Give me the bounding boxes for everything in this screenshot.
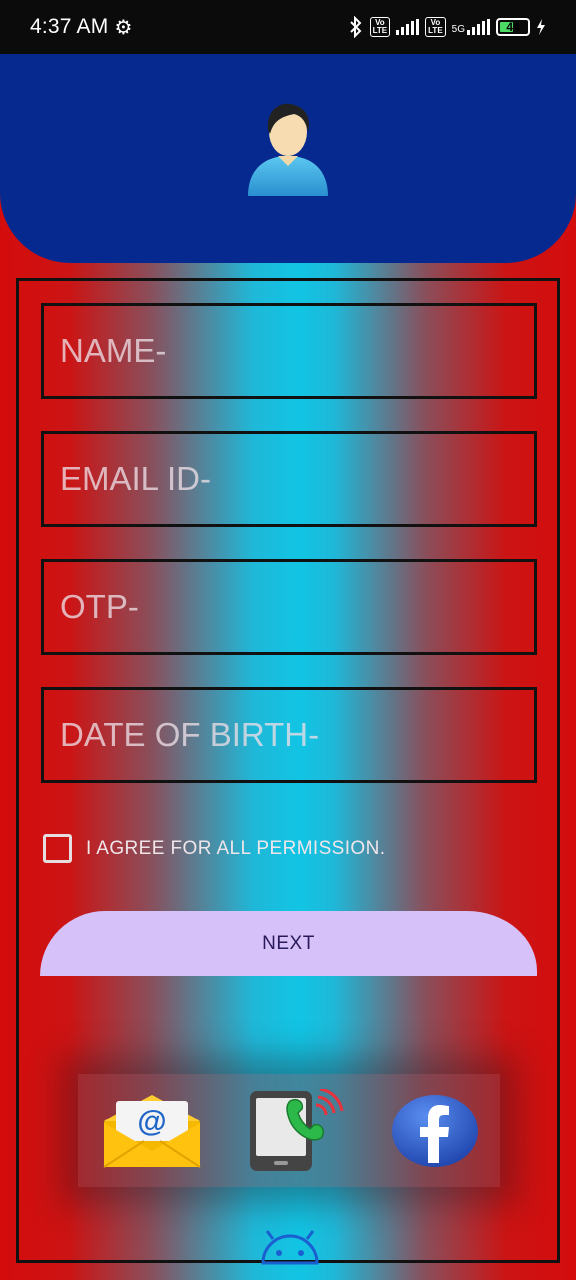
android-icon (261, 1230, 319, 1265)
volte-icon: Vo LTE (369, 17, 391, 37)
agree-checkbox[interactable] (43, 834, 72, 863)
next-button[interactable]: NEXT (40, 911, 537, 976)
battery-icon: 44 (496, 18, 530, 36)
status-icons: Vo LTE Vo LTE 5G 44 (348, 16, 546, 38)
agree-permission-row[interactable]: I AGREE FOR ALL PERMISSION. (43, 834, 385, 863)
date-of-birth-input[interactable] (60, 716, 534, 754)
email-input[interactable] (60, 460, 534, 498)
phone-call-icon[interactable] (246, 1088, 346, 1173)
agree-label: I AGREE FOR ALL PERMISSION. (86, 837, 386, 859)
otp-field-box (41, 559, 537, 655)
gear-icon: ⚙ (114, 16, 133, 39)
status-time: 4:37 AM (30, 15, 109, 38)
bluetooth-icon (349, 16, 362, 38)
status-bar: 4:37 AM ⚙ Vo LTE Vo LTE 5G 44 (0, 0, 576, 54)
dob-field-box (41, 687, 537, 783)
battery-level: 44 (506, 20, 520, 34)
facebook-icon[interactable] (390, 1093, 480, 1169)
profile-header (0, 54, 576, 263)
email-icon[interactable]: @ (102, 1093, 202, 1169)
email-field-box (41, 431, 537, 527)
signal-icon (396, 19, 420, 35)
otp-input[interactable] (60, 588, 534, 626)
name-field-box (41, 303, 537, 399)
signal-5g-icon: 5G (452, 19, 490, 35)
social-login-bar: @ (78, 1074, 500, 1187)
form-card: I AGREE FOR ALL PERMISSION. NEXT @ (16, 278, 560, 1265)
name-input[interactable] (60, 332, 534, 370)
svg-text:@: @ (137, 1105, 166, 1138)
network-label: 5G (451, 24, 465, 35)
user-avatar-icon (248, 103, 328, 196)
charging-icon (537, 19, 545, 35)
volte-icon: Vo LTE (425, 17, 446, 37)
